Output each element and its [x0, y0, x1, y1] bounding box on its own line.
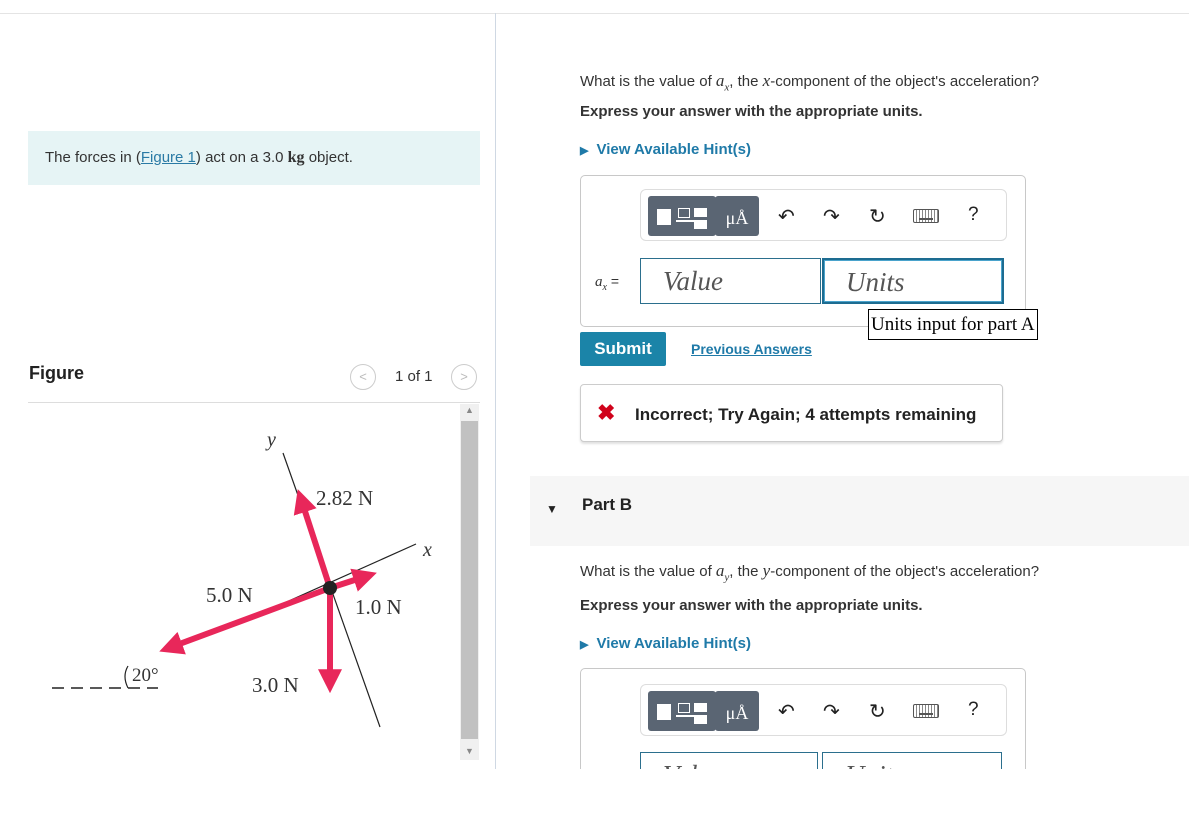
part-b-hint-toggle[interactable]: ▶ View Available Hint(s) — [580, 635, 751, 652]
part-b-label: Part B — [582, 495, 633, 514]
label-2-82N: 2.82 N — [316, 486, 373, 510]
x-axis-label: x — [422, 539, 432, 561]
part-a-question: What is the value of ax, the x-component… — [580, 71, 1039, 93]
part-b-question-mid: , the — [729, 563, 763, 580]
mass-unit: kg — [287, 149, 305, 166]
angle-label: 20° — [132, 665, 159, 686]
force-diagram: y x 2.82 N 5.0 N 1.0 N 3.0 N 20° — [52, 429, 432, 728]
scroll-down-arrow[interactable]: ▼ — [460, 746, 479, 756]
part-a-toolbar: μÅ ↶ ↷ ↻ ? — [640, 189, 1007, 241]
figure-scrollbar-thumb[interactable] — [461, 421, 478, 739]
units-symbols-button[interactable]: μÅ — [715, 196, 759, 236]
feedback-message: Incorrect; Try Again; 4 attempts remaini… — [635, 405, 977, 424]
problem-statement: The forces in (Figure 1) act on a 3.0 kg… — [28, 131, 480, 185]
part-b-header[interactable]: ▼ Part B — [530, 476, 1189, 546]
part-b-units-input[interactable]: Units — [822, 752, 1002, 769]
object-point — [323, 581, 337, 595]
reset-icon[interactable]: ↻ — [869, 204, 886, 229]
part-b-value-input[interactable]: Value — [640, 752, 818, 769]
feedback-box: ✖ Incorrect; Try Again; 4 attempts remai… — [580, 384, 1003, 442]
hint-triangle-icon-b: ▶ — [580, 639, 589, 651]
part-b-hint-label: View Available Hint(s) — [596, 635, 751, 652]
help-icon[interactable]: ? — [968, 204, 979, 226]
figure-next-button[interactable]: > — [451, 364, 477, 390]
units-tooltip: Units input for part A — [868, 309, 1038, 340]
redo-icon-b[interactable]: ↷ — [823, 699, 840, 724]
keyboard-icon-b[interactable] — [913, 704, 939, 718]
part-a-hint-toggle[interactable]: ▶ View Available Hint(s) — [580, 141, 751, 158]
part-a-equals: = — [610, 273, 620, 289]
hint-triangle-icon: ▶ — [580, 145, 589, 157]
y-axis-label: y — [265, 429, 276, 451]
templates-button-b[interactable] — [648, 691, 716, 731]
part-a-units-input[interactable]: Units — [822, 258, 1004, 304]
label-1N: 1.0 N — [355, 595, 402, 619]
problem-text-2: ) act on a 3.0 — [195, 149, 288, 166]
redo-icon[interactable]: ↷ — [823, 204, 840, 229]
label-5N: 5.0 N — [206, 583, 253, 607]
part-b-toolbar: μÅ ↶ ↷ ↻ ? — [640, 684, 1007, 736]
part-a-label-sym: a — [595, 274, 603, 290]
part-b-question-post: -component of the object's acceleration? — [770, 563, 1040, 580]
submit-button[interactable]: Submit — [580, 332, 666, 366]
figure-link[interactable]: Figure 1 — [141, 149, 196, 166]
part-a-variable-label: ax = — [595, 273, 619, 293]
part-a-question-pre: What is the value of — [580, 73, 716, 90]
figure-prev-button[interactable]: < — [350, 364, 376, 390]
part-b-question: What is the value of ay, the y-component… — [580, 561, 1039, 583]
panel-divider — [495, 13, 496, 769]
part-b-question-pre: What is the value of — [580, 563, 716, 580]
undo-icon[interactable]: ↶ — [778, 204, 795, 229]
keyboard-icon[interactable] — [913, 209, 939, 223]
part-a-question-mid: , the — [729, 73, 763, 90]
units-symbols-button-b[interactable]: μÅ — [715, 691, 759, 731]
figure-title: Figure — [29, 363, 85, 383]
part-a-label-sub: x — [602, 282, 607, 293]
problem-text-1: The forces in ( — [45, 149, 141, 166]
figure-header-divider — [28, 402, 480, 403]
part-a-question-post: -component of the object's acceleration? — [770, 73, 1040, 90]
templates-button[interactable] — [648, 196, 716, 236]
part-b-instruction: Express your answer with the appropriate… — [580, 597, 923, 614]
reset-icon-b[interactable]: ↻ — [869, 699, 886, 724]
angle-arc — [124, 665, 129, 689]
previous-answers-link[interactable]: Previous Answers — [691, 341, 812, 357]
help-icon-b[interactable]: ? — [968, 699, 979, 721]
part-a-value-input[interactable]: Value — [640, 258, 821, 304]
part-a-hint-label: View Available Hint(s) — [596, 141, 751, 158]
undo-icon-b[interactable]: ↶ — [778, 699, 795, 724]
label-3N: 3.0 N — [252, 673, 299, 697]
figure-pager: 1 of 1 — [395, 368, 433, 385]
incorrect-icon: ✖ — [597, 400, 616, 425]
scroll-up-arrow[interactable]: ▲ — [460, 405, 479, 415]
collapse-caret-icon[interactable]: ▼ — [546, 502, 558, 516]
problem-text-3: object. — [304, 149, 353, 166]
part-a-instruction: Express your answer with the appropriate… — [580, 103, 923, 120]
question-panel: What is the value of ax, the x-component… — [497, 0, 1189, 769]
